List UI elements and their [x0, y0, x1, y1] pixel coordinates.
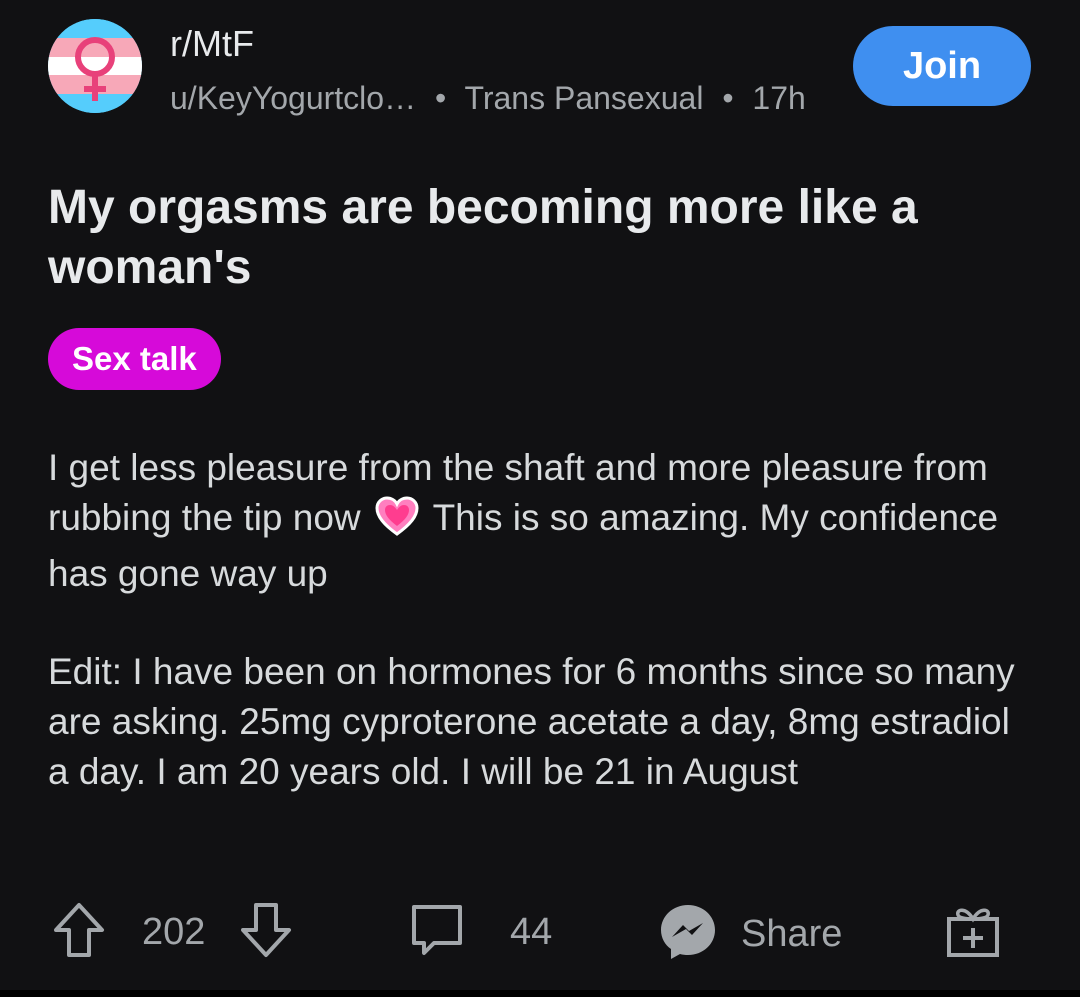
user-flair: Trans Pansexual — [464, 80, 704, 116]
upvote-arrow-icon[interactable] — [50, 901, 108, 964]
post-flair[interactable]: Sex talk — [48, 328, 221, 390]
action-bar: 202 44 Share — [0, 895, 1080, 975]
share-button[interactable]: Share — [657, 901, 842, 968]
post-meta: u/KeyYogurtclo… • Trans Pansexual • 17h — [170, 76, 806, 120]
downvote-arrow-icon[interactable] — [237, 901, 295, 964]
upvote-count: 202 — [142, 911, 206, 953]
meta-separator: • — [434, 80, 447, 116]
award-button[interactable] — [944, 901, 1002, 964]
meta-separator: • — [722, 80, 734, 116]
share-label: Share — [741, 913, 843, 955]
heart-emoji-icon — [375, 496, 419, 549]
gift-icon — [944, 901, 1002, 964]
post-body-paragraph: I get less pleasure from the shaft and m… — [48, 443, 1038, 599]
trans-flag-venus-icon — [48, 19, 142, 113]
subreddit-name[interactable]: r/MtF — [170, 22, 254, 66]
messenger-icon — [657, 901, 719, 968]
bottom-divider — [0, 990, 1080, 997]
post-title[interactable]: My orgasms are becoming more like a woma… — [48, 178, 1038, 298]
join-button[interactable]: Join — [853, 26, 1031, 106]
comment-bubble-icon — [408, 901, 466, 964]
post-age: 17h — [752, 80, 806, 116]
post-body-edit: Edit: I have been on hormones for 6 mont… — [48, 651, 1015, 792]
comments-button[interactable]: 44 — [408, 901, 552, 964]
vote-group: 202 — [50, 901, 295, 964]
post-header: r/MtF u/KeyYogurtclo… • Trans Pansexual … — [0, 0, 1080, 140]
subreddit-avatar[interactable] — [48, 19, 142, 113]
author-name[interactable]: u/KeyYogurtclo… — [170, 80, 416, 116]
comment-count: 44 — [510, 911, 553, 953]
